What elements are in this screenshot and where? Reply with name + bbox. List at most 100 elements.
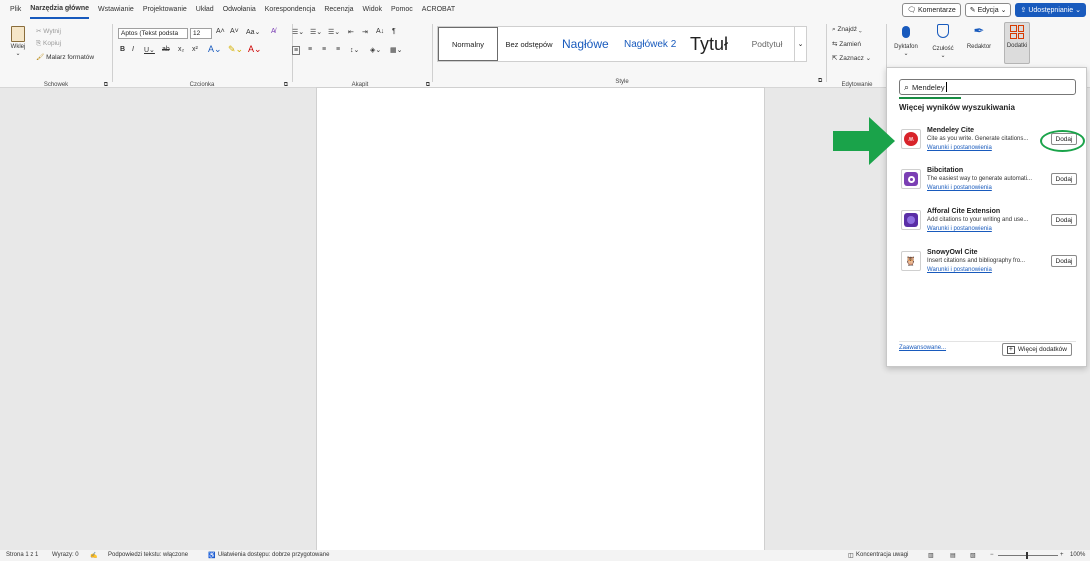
strikethrough-icon[interactable]: ab [162, 46, 170, 53]
shading-icon[interactable]: ◈⌄ [370, 46, 381, 54]
clipboard-label: Schowek [43, 82, 69, 88]
proofing-icon[interactable]: ✍ [90, 552, 97, 559]
tab-review[interactable]: Recenzja [324, 0, 353, 20]
read-mode-icon[interactable]: ▥ [928, 552, 934, 559]
highlight-icon[interactable]: ✎⌄ [228, 44, 243, 55]
advanced-link[interactable]: Zaawansowane... [899, 345, 946, 351]
zoom-slider[interactable] [998, 552, 1058, 559]
tab-view[interactable]: Widok [363, 0, 382, 20]
format-painter-button[interactable]: 🖌 Malarz formatów [36, 53, 94, 61]
terms-link[interactable]: Warunki i postanowienia [927, 185, 992, 191]
copy-button[interactable]: ⎘ Kopiuj [36, 40, 61, 48]
terms-link[interactable]: Warunki i postanowienia [927, 145, 992, 151]
tab-file[interactable]: Plik [10, 0, 21, 20]
web-layout-icon[interactable]: ▧ [970, 552, 976, 559]
add-afforal-button[interactable]: Dodaj [1051, 214, 1077, 226]
addin-item-afforal[interactable]: Afforal Cite Extension Add citations to … [899, 208, 1077, 244]
style-normal[interactable]: Normalny [438, 27, 498, 61]
sort-icon[interactable]: A↓ [376, 28, 384, 35]
word-count[interactable]: Wyrazy: 0 [52, 552, 79, 558]
copy-icon: ⎘ [36, 40, 44, 47]
tab-design[interactable]: Projektowanie [143, 0, 187, 20]
numbering-icon[interactable]: ☰⌄ [310, 28, 322, 36]
style-heading-2[interactable]: Nagłówek 2 [624, 27, 682, 61]
dialog-launcher-icon[interactable]: ⧉ [818, 78, 822, 85]
tab-acrobat[interactable]: ACROBAT [422, 0, 455, 20]
text-effects-icon[interactable]: A⌄ [208, 44, 222, 55]
tab-insert[interactable]: Wstawianie [98, 0, 134, 20]
share-button[interactable]: ⇪ Udostępnianie ⌄ [1015, 3, 1086, 17]
editor-button[interactable]: ✒ Redaktor [962, 24, 996, 51]
line-spacing-icon[interactable]: ↕⌄ [350, 46, 359, 54]
add-bibcitation-button[interactable]: Dodaj [1051, 173, 1077, 185]
tab-layout[interactable]: Układ [196, 0, 214, 20]
tab-mailings[interactable]: Korespondencja [265, 0, 316, 20]
style-subtitle[interactable]: Podtytuł [742, 27, 792, 61]
font-family-select[interactable]: Aptos (Tekst podsta [118, 28, 188, 39]
bullets-icon[interactable]: ☰⌄ [292, 28, 304, 36]
text-predictions[interactable]: Podpowiedzi tekstu: włączone [108, 552, 188, 558]
style-heading-1[interactable]: Nagłówe [562, 27, 624, 61]
tab-home[interactable]: Narzędzia główne [30, 1, 90, 19]
focus-mode-button[interactable]: Koncentracja uwagi [856, 552, 908, 558]
page-count[interactable]: Strona 1 z 1 [6, 552, 38, 558]
show-marks-icon[interactable]: ¶ [392, 28, 396, 35]
addins-button[interactable]: Dodatki [1004, 22, 1030, 64]
accessibility-status[interactable]: Ułatwienia dostępu: dobrze przygotowane [218, 552, 329, 558]
comments-button[interactable]: 🗨 Komentarze [902, 3, 961, 17]
align-right-icon[interactable]: ≡ [322, 46, 326, 53]
sensitivity-button[interactable]: Czułość ⌄ [928, 24, 958, 59]
select-button[interactable]: ⇱ Zaznacz ⌄ [832, 54, 871, 62]
change-case-icon[interactable]: Aa⌄ [246, 28, 260, 36]
style-title[interactable]: Tytuł [690, 27, 736, 61]
editing-mode-button[interactable]: ✎ Edycja ⌄ [964, 3, 1012, 17]
addin-item-snowyowl[interactable]: 🦉 SnowyOwl Cite Insert citations and bib… [899, 249, 1077, 285]
bibcitation-logo-icon [901, 169, 921, 189]
decrease-indent-icon[interactable]: ⇤ [348, 28, 354, 36]
terms-link[interactable]: Warunki i postanowienia [927, 226, 992, 232]
multilevel-list-icon[interactable]: ☰⌄ [328, 28, 340, 36]
align-left-icon[interactable]: ≡ [292, 46, 301, 55]
addin-item-bibcitation[interactable]: Bibcitation The easiest way to generate … [899, 167, 1077, 203]
zoom-slider-thumb[interactable] [1026, 552, 1028, 559]
justify-icon[interactable]: ≡ [336, 46, 340, 53]
paste-button[interactable]: Wklej ⌄ [6, 26, 30, 57]
align-center-icon[interactable]: ≡ [308, 46, 312, 53]
more-addins-button[interactable]: + Więcej dodatków [1001, 343, 1072, 356]
zoom-in-icon[interactable]: + [1060, 552, 1064, 558]
addins-search-input[interactable]: ⌕ Mendeley [899, 79, 1076, 95]
replace-button[interactable]: ⇆ Zamień [832, 40, 861, 48]
dialog-launcher-icon[interactable]: ⧉ [284, 82, 288, 89]
font-size-select[interactable]: 12 [190, 28, 212, 39]
shrink-font-icon[interactable]: A˅ [230, 28, 239, 35]
increase-indent-icon[interactable]: ⇥ [362, 28, 368, 36]
add-snowyowl-button[interactable]: Dodaj [1051, 255, 1077, 267]
superscript-icon[interactable]: x² [192, 46, 198, 53]
italic-icon[interactable]: I [132, 46, 134, 53]
document-page[interactable] [316, 87, 765, 551]
dictate-button[interactable]: Dyktafon ⌄ [890, 26, 922, 57]
styles-expand-icon[interactable]: ⌄ [794, 27, 806, 61]
subscript-icon[interactable]: x₂ [178, 46, 184, 53]
borders-icon[interactable]: ▦⌄ [390, 46, 402, 54]
print-layout-icon[interactable]: ▤ [950, 552, 956, 559]
text-cursor [945, 82, 947, 92]
find-button[interactable]: ⌕ Znajdź ⌄ [832, 26, 862, 34]
chevron-down-icon: ⌄ [1075, 7, 1081, 14]
style-no-spacing[interactable]: Bez odstępów [500, 27, 558, 61]
zoom-level[interactable]: 100% [1070, 552, 1085, 558]
tab-help[interactable]: Pomoc [391, 0, 413, 20]
terms-link[interactable]: Warunki i postanowienia [927, 267, 992, 273]
share-icon: ⇪ [1020, 7, 1027, 14]
cut-button[interactable]: ✂ Wytnij [36, 27, 61, 35]
zoom-out-icon[interactable]: − [990, 552, 994, 558]
dialog-launcher-icon[interactable]: ⧉ [104, 82, 108, 89]
chevron-down-icon: ⌄ [15, 51, 21, 57]
underline-icon[interactable]: U⌄ [144, 46, 155, 54]
grow-font-icon[interactable]: A˄ [216, 28, 225, 35]
font-color-icon[interactable]: A⌄ [248, 44, 262, 55]
bold-icon[interactable]: B [120, 46, 125, 53]
group-divider [826, 24, 827, 82]
tab-references[interactable]: Odwołania [223, 0, 256, 20]
clear-formatting-icon[interactable]: A̸ [271, 28, 276, 35]
